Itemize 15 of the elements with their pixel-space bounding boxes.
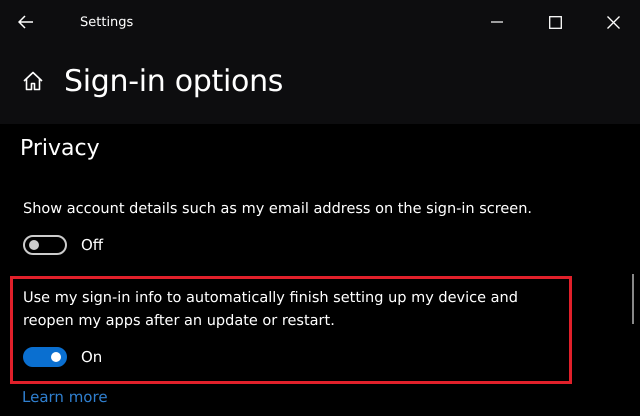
page-title: Sign-in options (64, 64, 284, 98)
minimize-icon (491, 21, 503, 23)
toggle-state-label: Off (81, 236, 104, 254)
maximize-icon (548, 16, 562, 28)
home-icon[interactable] (22, 71, 44, 91)
close-icon (606, 16, 620, 28)
setting-description: Use my sign-in info to automatically finish setting up my device and reopen my apps after an update or restart. (23, 289, 519, 331)
setting-description: Show account details such as my email address on the sign-in screen. (23, 200, 534, 219)
scrollbar[interactable] (632, 274, 634, 324)
back-arrow-icon (18, 15, 34, 29)
window-title: Settings (80, 14, 134, 30)
section-heading: Privacy (20, 136, 101, 161)
toggle-switch[interactable] (23, 347, 67, 367)
learn-more-link[interactable]: Learn more (22, 388, 108, 406)
toggle-state-label: On (81, 348, 102, 366)
